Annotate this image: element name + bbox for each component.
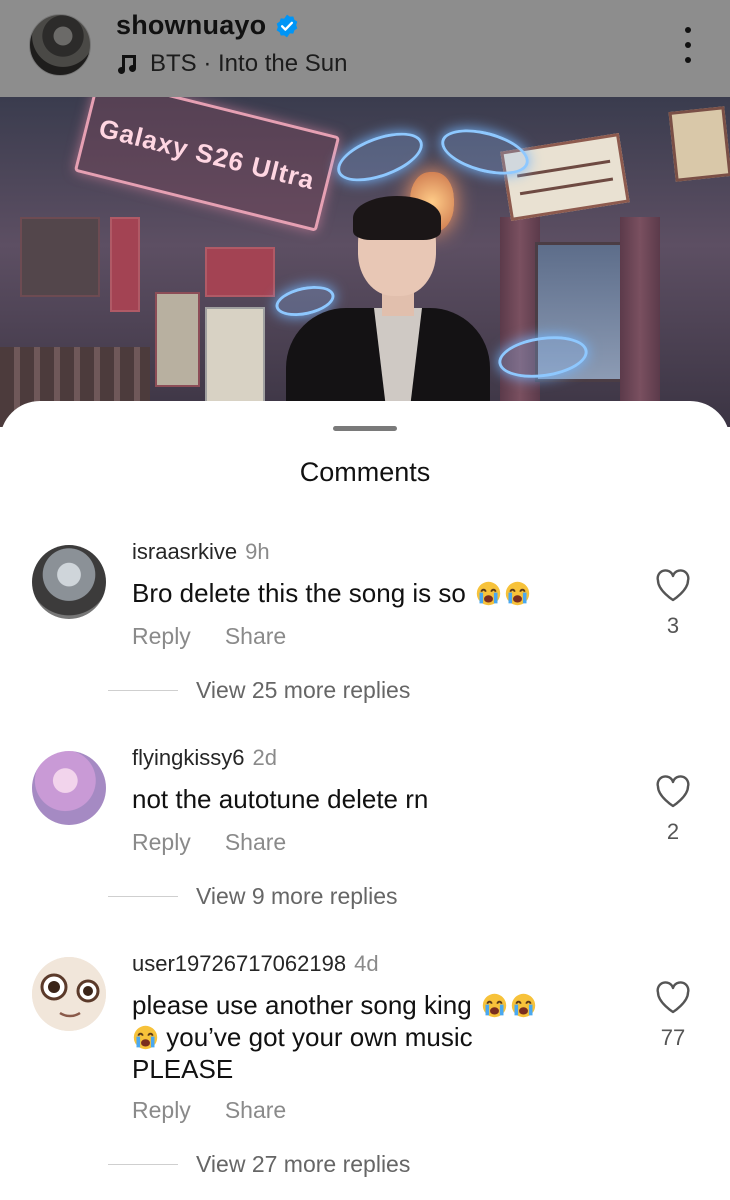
comment-avatar[interactable]: [32, 545, 106, 619]
comment-username[interactable]: flyingkissy6: [132, 745, 244, 771]
share-button[interactable]: Share: [225, 623, 286, 650]
comment-text-content: PLEASE: [132, 1054, 234, 1084]
post-video[interactable]: Galaxy S26 Ultra: [0, 97, 730, 427]
comment-text-line: PLEASE: [132, 1053, 612, 1085]
view-replies-button[interactable]: View 25 more replies: [108, 677, 410, 704]
loudly-crying-face-emoji: [482, 993, 507, 1018]
video-decor: [20, 217, 100, 297]
comment-text-content: please use another song king: [132, 990, 472, 1020]
heart-outline-icon[interactable]: [655, 569, 691, 603]
view-replies-label: View 9 more replies: [196, 883, 398, 909]
comment-username[interactable]: israasrkive: [132, 539, 237, 565]
comment-time: 4d: [354, 951, 379, 976]
comment-avatar[interactable]: [32, 957, 106, 1031]
comment-avatar[interactable]: [32, 751, 106, 825]
reply-button[interactable]: Reply: [132, 829, 191, 856]
loudly-crying-face-emoji: [511, 993, 536, 1018]
video-decor: [205, 247, 275, 297]
replies-divider: [108, 1164, 178, 1165]
comment-meta: user19726717062198 4d: [132, 951, 379, 977]
comment-actions: Reply Share: [132, 623, 286, 650]
post-username[interactable]: shownuayo: [116, 10, 266, 41]
more-dot: [685, 42, 691, 48]
view-replies-button[interactable]: View 27 more replies: [108, 1151, 410, 1178]
comment-text-content: Bro delete this the song is so: [132, 578, 466, 608]
reply-button[interactable]: Reply: [132, 1097, 191, 1124]
comment-text: Bro delete this the song is so: [132, 577, 612, 609]
view-replies-button[interactable]: View 9 more replies: [108, 883, 398, 910]
comment-like-count: 3: [666, 613, 680, 638]
comment-text-content: not the autotune delete rn: [132, 784, 429, 814]
loudly-crying-face-emoji: [133, 1025, 158, 1050]
post-music-row[interactable]: BTS · Into the Sun: [116, 50, 347, 78]
video-decor: [110, 217, 140, 312]
comment-actions: Reply Share: [132, 829, 286, 856]
comments-sheet: Comments israasrkive 9h Bro delete this …: [0, 401, 730, 1200]
video-curtain: [500, 217, 540, 427]
reply-button[interactable]: Reply: [132, 623, 191, 650]
comment-like-count: 77: [660, 1025, 686, 1050]
post-music-label: BTS · Into the Sun: [150, 50, 348, 77]
verified-badge-icon: [277, 14, 298, 37]
replies-divider: [108, 690, 178, 691]
share-button[interactable]: Share: [225, 829, 286, 856]
sheet-drag-handle[interactable]: [333, 426, 397, 431]
more-dot: [685, 57, 691, 63]
video-person: [286, 196, 490, 427]
post-header: shownuayo BTS · Into the Sun: [0, 0, 730, 97]
video-tiger-painting: [668, 106, 730, 182]
heart-outline-icon[interactable]: [655, 981, 691, 1015]
comment-meta: flyingkissy6 2d: [132, 745, 277, 771]
comment-text: please use another song king you’ve got …: [132, 989, 612, 1085]
comment-time: 2d: [252, 745, 277, 770]
more-options-button[interactable]: [682, 27, 694, 63]
comment-username[interactable]: user19726717062198: [132, 951, 346, 977]
comment-meta: israasrkive 9h: [132, 539, 270, 565]
heart-outline-icon[interactable]: [655, 775, 691, 809]
video-decor: [155, 292, 200, 387]
comment-text-content: you’ve got your own music: [166, 1022, 473, 1052]
replies-divider: [108, 896, 178, 897]
comment-time: 9h: [245, 539, 270, 564]
loudly-crying-face-emoji: [476, 581, 501, 606]
comment-text-line: please use another song king: [132, 989, 612, 1021]
share-button[interactable]: Share: [225, 1097, 286, 1124]
comment-text: not the autotune delete rn: [132, 783, 612, 815]
view-replies-label: View 25 more replies: [196, 677, 411, 703]
post-author-avatar[interactable]: [29, 14, 91, 76]
comment-like-count: 2: [666, 819, 680, 844]
comment-avatar-image: [32, 957, 106, 1031]
comment-actions: Reply Share: [132, 1097, 286, 1124]
comment-text-line: you’ve got your own music: [132, 1021, 612, 1053]
music-note-icon: [118, 55, 136, 75]
post-username-row: shownuayo: [116, 10, 300, 41]
view-replies-label: View 27 more replies: [196, 1151, 411, 1177]
video-neon-sign-text: Galaxy S26 Ultra: [96, 112, 319, 195]
more-dot: [685, 27, 691, 33]
video-curtain: [620, 217, 660, 427]
loudly-crying-face-emoji: [505, 581, 530, 606]
sheet-title: Comments: [299, 457, 431, 487]
